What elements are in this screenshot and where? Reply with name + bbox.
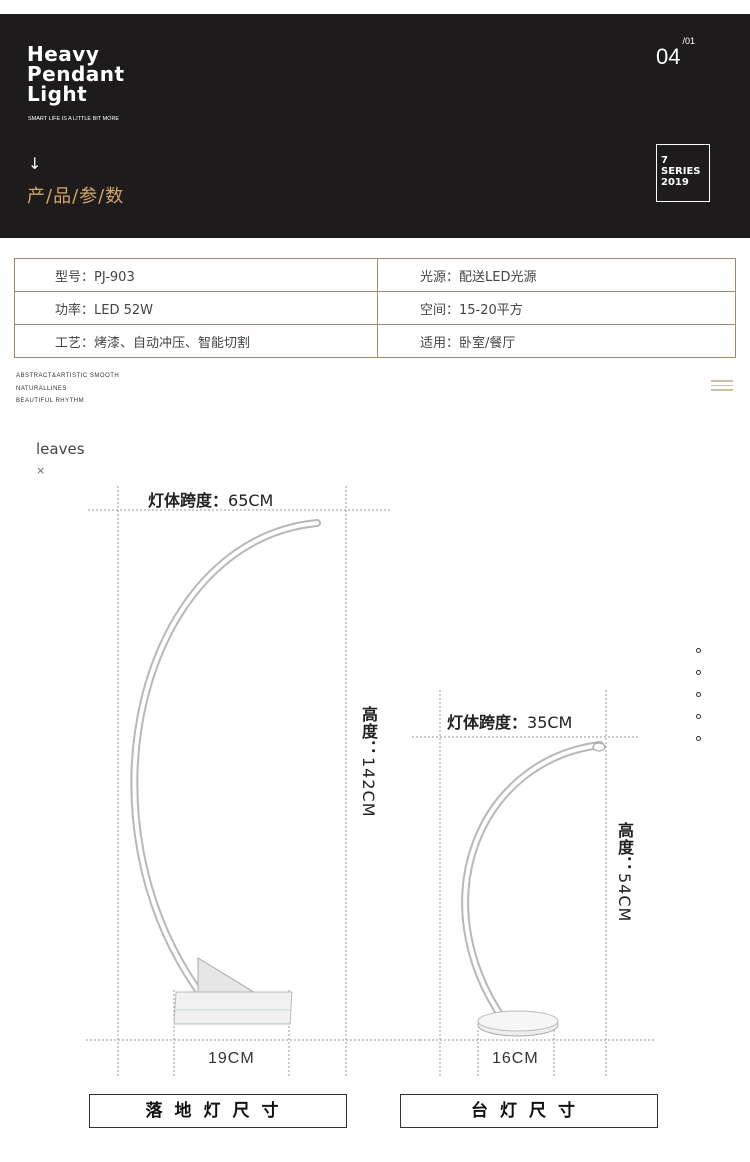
table-span-value: 35CM [527, 713, 573, 732]
floor-lamp-icon [130, 519, 321, 1025]
table-base-size: 16CM [492, 1050, 539, 1067]
floor-span-title: 灯体跨度： [148, 491, 229, 510]
table-span-title: 灯体跨度： [447, 713, 528, 732]
floor-height-value: 142CM [359, 757, 378, 818]
table-lamp-size-button[interactable]: 台灯尺寸 [400, 1094, 658, 1128]
floor-lamp-size-button[interactable]: 落地灯尺寸 [89, 1094, 347, 1128]
floor-span-label: 灯体跨度：65CM [148, 487, 273, 511]
vertical-dots-icon [696, 648, 701, 758]
floor-height-label: 高度：142CM [356, 706, 380, 818]
table-height-value: 54CM [615, 873, 634, 923]
table-height-title: 高度： [615, 822, 634, 873]
floor-base-size: 19CM [208, 1050, 255, 1067]
floor-span-value: 65CM [228, 491, 274, 510]
floor-height-title: 高度： [359, 706, 378, 757]
table-lamp-icon [461, 741, 606, 1037]
table-height-label: 高度：54CM [612, 822, 636, 922]
dimension-drawing [86, 486, 656, 1076]
table-span-label: 灯体跨度：35CM [447, 709, 572, 733]
